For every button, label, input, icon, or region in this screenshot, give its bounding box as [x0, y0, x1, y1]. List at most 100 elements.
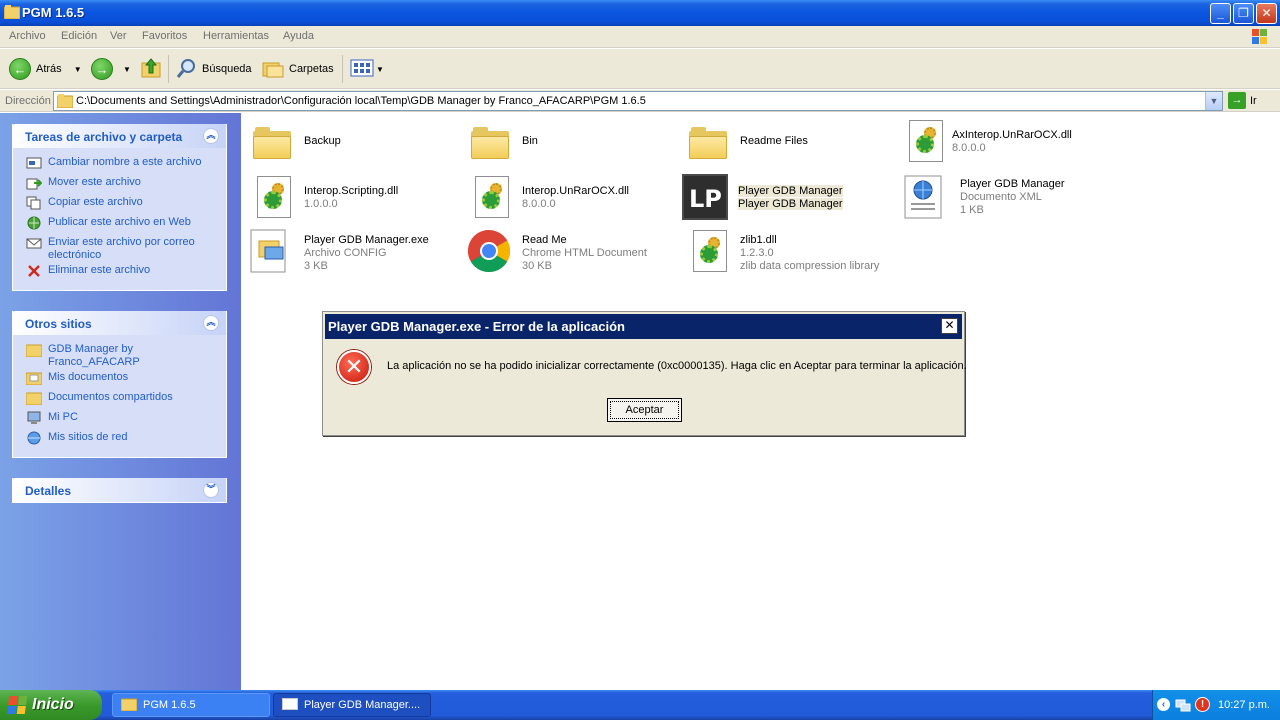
- security-alert-icon[interactable]: !: [1195, 697, 1210, 712]
- dll-icon: [465, 173, 513, 221]
- folder-icon: [25, 391, 43, 406]
- go-label: Ir: [1250, 94, 1257, 107]
- place-my-documents[interactable]: Mis documentos: [13, 369, 226, 389]
- details-header[interactable]: Detalles ︾: [13, 478, 226, 502]
- file-name: Backup: [304, 135, 341, 147]
- place-label: Mi PC: [48, 411, 78, 423]
- views-icon: [350, 58, 374, 81]
- taskbar: Inicio PGM 1.6.5 Player GDB Manager.... …: [0, 690, 1280, 720]
- other-places-header[interactable]: Otros sitios ︽: [13, 311, 226, 335]
- chevron-down-icon[interactable]: ▼: [123, 65, 131, 74]
- windows-logo-icon: [6, 696, 28, 714]
- task-email[interactable]: Enviar este archivo por correo electróni…: [13, 234, 226, 262]
- search-label: Búsqueda: [202, 63, 252, 75]
- file-item[interactable]: Backup: [247, 117, 457, 167]
- taskbar-item-explorer[interactable]: PGM 1.6.5: [112, 693, 270, 717]
- up-folder-icon: [140, 57, 162, 82]
- collapse-icon[interactable]: ︽: [203, 315, 219, 331]
- task-copy[interactable]: Copiar este archivo: [13, 194, 226, 214]
- close-button[interactable]: ✕: [1256, 3, 1277, 24]
- minimize-button[interactable]: _: [1210, 3, 1231, 24]
- dialog-title-bar[interactable]: Player GDB Manager.exe - Error de la apl…: [325, 314, 962, 339]
- expand-icon[interactable]: ︾: [203, 482, 219, 498]
- dialog-close-button[interactable]: ✕: [941, 318, 958, 334]
- file-item[interactable]: Readme Files: [683, 117, 893, 167]
- start-button[interactable]: Inicio: [0, 690, 102, 720]
- folders-label: Carpetas: [289, 63, 334, 75]
- menu-ver[interactable]: Ver: [110, 30, 127, 42]
- menu-archivo[interactable]: Archivo: [9, 30, 46, 42]
- window-title-bar[interactable]: PGM 1.6.5 _ ❐ ✕: [0, 0, 1280, 26]
- place-label: Documentos compartidos: [48, 391, 173, 403]
- place-label: GDB Manager by Franco_AFACARP: [48, 343, 140, 368]
- file-item[interactable]: Player GDB Manager.exe Archivo CONFIG 3 …: [247, 227, 457, 277]
- file-item[interactable]: AxInterop.UnRarOCX.dll 8.0.0.0: [895, 117, 1105, 167]
- file-item[interactable]: Interop.UnRarOCX.dll 8.0.0.0: [465, 173, 675, 223]
- file-name: AxInterop.UnRarOCX.dll: [952, 129, 1072, 141]
- file-tasks-header[interactable]: Tareas de archivo y carpeta ︽: [13, 124, 226, 148]
- place-my-computer[interactable]: Mi PC: [13, 409, 226, 429]
- collapse-icon[interactable]: ︽: [203, 128, 219, 144]
- file-type: Archivo CONFIG: [304, 247, 387, 259]
- menu-herramientas[interactable]: Herramientas: [203, 30, 269, 42]
- address-input[interactable]: C:\Documents and Settings\Administrador\…: [53, 91, 1223, 111]
- file-item[interactable]: Player GDB Manager Documento XML 1 KB: [903, 173, 1113, 223]
- up-folder-button[interactable]: [140, 57, 162, 81]
- folder-icon: [3, 5, 21, 20]
- menu-edicion[interactable]: Edición: [61, 30, 97, 42]
- task-publish[interactable]: Publicar este archivo en Web: [13, 214, 226, 234]
- search-button[interactable]: Búsqueda: [175, 57, 252, 81]
- task-move[interactable]: Mover este archivo: [13, 174, 226, 194]
- network-icon[interactable]: [1175, 697, 1191, 716]
- chevron-down-icon[interactable]: ▼: [74, 65, 82, 74]
- chrome-icon: [465, 227, 513, 275]
- error-icon: ✕: [337, 350, 371, 384]
- views-button[interactable]: ▼: [350, 57, 384, 81]
- forward-arrow-icon: →: [91, 58, 113, 80]
- file-size: 1 KB: [960, 204, 984, 216]
- file-name: Readme Files: [740, 135, 808, 147]
- folder-icon: [120, 697, 138, 714]
- show-hidden-icons-button[interactable]: ‹: [1157, 698, 1170, 711]
- task-label: Cambiar nombre a este archivo: [48, 156, 202, 168]
- dialog-message: La aplicación no se ha podido inicializa…: [387, 360, 967, 372]
- file-type: Documento XML: [960, 191, 1042, 203]
- back-arrow-icon: ←: [9, 58, 31, 80]
- other-places-title: Otros sitios: [25, 317, 92, 331]
- back-button[interactable]: ← Atrás ▼: [9, 57, 82, 81]
- taskbar-item-error[interactable]: Player GDB Manager....: [273, 693, 431, 717]
- menu-ayuda[interactable]: Ayuda: [283, 30, 314, 42]
- file-description: Player GDB Manager: [738, 198, 843, 210]
- place-network[interactable]: Mis sitios de red: [13, 429, 226, 449]
- file-version: 1.0.0.0: [304, 198, 338, 210]
- file-item[interactable]: Bin: [465, 117, 675, 167]
- task-delete[interactable]: Eliminar este archivo: [13, 262, 226, 282]
- forward-button[interactable]: → ▼: [91, 57, 131, 81]
- task-rename[interactable]: Cambiar nombre a este archivo: [13, 154, 226, 174]
- file-version: 1.2.3.0: [740, 247, 774, 259]
- window-icon: [282, 697, 298, 713]
- place-shared-documents[interactable]: Documentos compartidos: [13, 389, 226, 409]
- ok-button[interactable]: Aceptar: [607, 398, 682, 422]
- file-version: 8.0.0.0: [952, 142, 986, 154]
- go-button[interactable]: → Ir: [1228, 92, 1257, 109]
- place-gdb-manager[interactable]: GDB Manager by Franco_AFACARP: [13, 341, 226, 369]
- clock: 10:27 p.m.: [1218, 699, 1270, 711]
- file-item[interactable]: LP Player GDB Manager Player GDB Manager: [681, 173, 891, 223]
- dll-icon: [683, 227, 731, 275]
- email-icon: [26, 236, 42, 250]
- restore-button[interactable]: ❐: [1233, 3, 1254, 24]
- file-name: zlib1.dll: [740, 234, 777, 246]
- address-label: Dirección: [5, 95, 51, 107]
- other-places-panel: Otros sitios ︽ GDB Manager by Franco_AFA…: [12, 311, 227, 458]
- task-label: Mover este archivo: [48, 176, 141, 188]
- folder-icon: [465, 117, 513, 165]
- address-dropdown-button[interactable]: ▼: [1205, 92, 1222, 110]
- system-tray: ‹ ! 10:27 p.m.: [1152, 690, 1280, 720]
- file-item[interactable]: zlib1.dll 1.2.3.0 zlib data compression …: [683, 227, 893, 277]
- folders-button[interactable]: Carpetas: [262, 57, 334, 81]
- menu-favoritos[interactable]: Favoritos: [142, 30, 187, 42]
- file-item[interactable]: Read Me Chrome HTML Document 30 KB: [465, 227, 675, 277]
- file-item[interactable]: Interop.Scripting.dll 1.0.0.0: [247, 173, 457, 223]
- menu-bar: Archivo Edición Ver Favoritos Herramient…: [0, 26, 1280, 48]
